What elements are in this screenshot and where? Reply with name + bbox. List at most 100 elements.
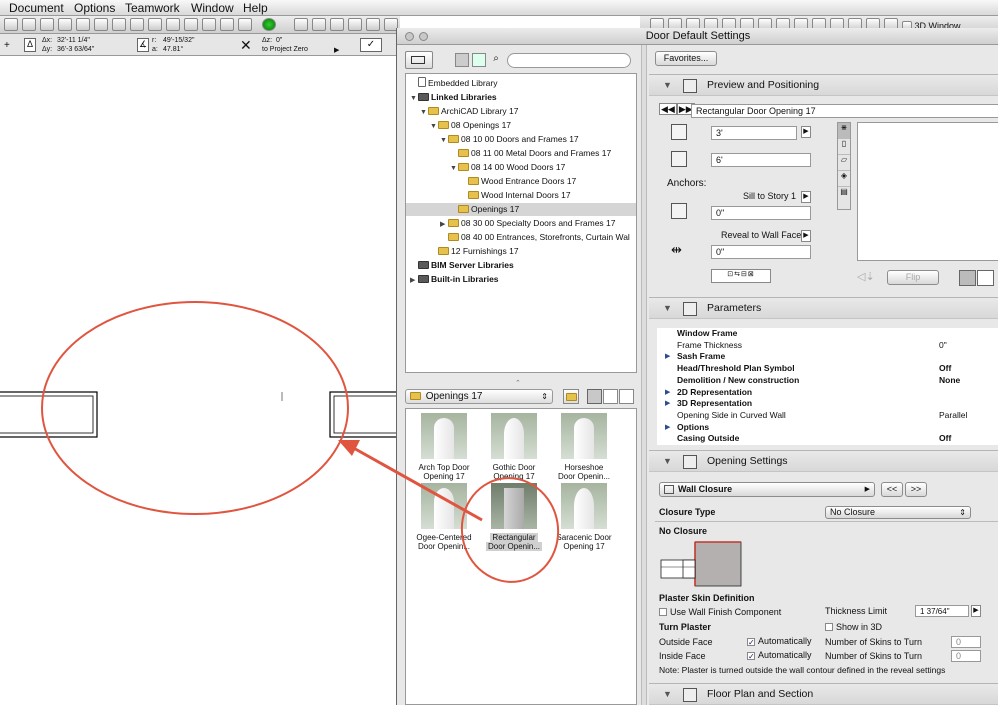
tree-item[interactable]: ▶ 08 30 00 Specialty Doors and Frames 17	[406, 217, 636, 230]
dx-value[interactable]: 32'-11 1/4"	[57, 37, 90, 44]
prev-page-button[interactable]: <<	[881, 482, 903, 497]
favorites-button[interactable]: Favorites...	[655, 51, 717, 66]
library-tree[interactable]: Embedded Library ▼ Linked Libraries ▼ ArchiC…	[405, 73, 637, 373]
close-window-icon[interactable]	[405, 32, 414, 41]
menu-help[interactable]: Help	[243, 1, 268, 15]
parameter-row[interactable]: Demolition / New construction None	[677, 375, 998, 387]
gallery-item-selected[interactable]: Rectangular Door Openin...	[478, 483, 550, 553]
expand-arrow-icon[interactable]: ▶	[665, 422, 670, 434]
collapsed-arrow-icon[interactable]: ▶	[440, 218, 448, 231]
floor-plan-section-header[interactable]: ▼ Floor Plan and Section	[649, 683, 998, 705]
section-view-icon[interactable]: ▯	[838, 139, 850, 155]
menu-window[interactable]: Window	[191, 1, 234, 15]
inside-auto-checkbox[interactable]: ✓ Automatically	[747, 650, 812, 661]
inside-skins-field[interactable]: 0	[951, 650, 981, 662]
view-icon[interactable]	[184, 18, 198, 31]
dropdown-arrow-icon[interactable]: ▶	[334, 46, 339, 54]
tree-item[interactable]: Wood Entrance Doors 17	[406, 175, 636, 188]
gallery-item[interactable]: Gothic Door Opening 17	[478, 413, 550, 483]
tree-item[interactable]: 12 Furnishings 17	[406, 245, 636, 258]
dy-value[interactable]: 36'-3 63/64"	[57, 46, 94, 53]
guide-line-icon[interactable]	[130, 18, 144, 31]
splitter-handle-icon[interactable]: ⌃	[515, 379, 521, 387]
prev-object-icon[interactable]: ◀◀	[659, 103, 677, 115]
arrow-tool-icon[interactable]	[4, 18, 18, 31]
plan-view-icon[interactable]: ⋇	[838, 123, 850, 139]
large-icons-view-icon[interactable]	[587, 389, 602, 404]
expanded-arrow-icon[interactable]: ▼	[420, 106, 428, 119]
width-arrow-icon[interactable]: ▶	[801, 126, 811, 138]
tree-item[interactable]: 08 40 00 Entrances, Storefronts, Curtain…	[406, 231, 636, 244]
small-icons-view-icon[interactable]	[603, 389, 618, 404]
gallery-item[interactable]: Horseshoe Door Openin...	[548, 413, 620, 483]
tree-item[interactable]: ▼ Linked Libraries	[406, 91, 636, 104]
opening-settings-section-header[interactable]: ▼ Opening Settings	[649, 450, 998, 472]
search-icon[interactable]: ⌕	[489, 53, 503, 67]
trace-icon[interactable]	[112, 18, 126, 31]
tree-item[interactable]: Wood Internal Doors 17	[406, 189, 636, 202]
orientation-buttons-icon[interactable]: ⊡⇆⊟⊠	[711, 269, 771, 283]
sill-label[interactable]: Sill to Story 1	[743, 191, 796, 201]
list-view-button-icon[interactable]	[619, 389, 634, 404]
mirror-icon[interactable]: ◁⇣	[857, 270, 881, 286]
use-wall-finish-checkbox[interactable]: Use Wall Finish Component	[659, 607, 781, 617]
sill-arrow-icon[interactable]: ▶	[801, 191, 811, 203]
thickness-limit-field[interactable]: 1 37/64"	[915, 605, 969, 617]
pane-splitter[interactable]	[641, 45, 647, 705]
object-name-field[interactable]: Rectangular Door Opening 17	[691, 104, 998, 118]
color-icon[interactable]	[238, 18, 252, 31]
pencil-tool-icon[interactable]	[40, 18, 54, 31]
next-page-button[interactable]: >>	[905, 482, 927, 497]
expand-arrow-icon[interactable]: ▶	[665, 398, 670, 410]
parameter-row[interactable]: Casing Outside Off	[677, 433, 998, 445]
menu-teamwork[interactable]: Teamwork	[125, 1, 180, 15]
parameter-value[interactable]: Off	[939, 363, 951, 375]
tree-item[interactable]: ▼ 08 10 00 Doors and Frames 17	[406, 133, 636, 146]
expanded-arrow-icon[interactable]: ▼	[450, 162, 458, 175]
parameter-row[interactable]: ▶ Sash Frame	[665, 351, 998, 363]
wall-closure-select[interactable]: Wall Closure ▶	[659, 482, 875, 497]
reveal-field[interactable]: 0"	[711, 245, 811, 259]
parameters-section-header[interactable]: ▼ Parameters	[649, 297, 998, 319]
opening-left-icon[interactable]	[959, 270, 976, 286]
expand-arrow-icon[interactable]: ▶	[665, 387, 670, 399]
list-settings-icon[interactable]: ▤	[838, 187, 850, 203]
tree-item[interactable]: ▼ ArchiCAD Library 17	[406, 105, 636, 118]
wall-tool-icon[interactable]	[294, 18, 308, 31]
floor-plan-canvas[interactable]	[0, 57, 398, 705]
parameter-value[interactable]: Off	[939, 433, 951, 445]
dz-value[interactable]: 0"	[276, 37, 282, 44]
roof-tool-icon[interactable]	[366, 18, 380, 31]
tree-item[interactable]: ▶ Built-in Libraries	[406, 273, 636, 286]
thickness-arrow-icon[interactable]: ▶	[971, 605, 981, 617]
magic-wand-icon[interactable]	[58, 18, 72, 31]
parameter-value[interactable]: None	[939, 375, 960, 387]
snap-guide-icon[interactable]: ✓	[360, 38, 382, 52]
preview-section-header[interactable]: ▼ Preview and Positioning	[649, 74, 998, 96]
parameter-row[interactable]: ▶ Options	[665, 422, 998, 434]
r-value[interactable]: 49'-15/32"	[163, 37, 194, 44]
closure-type-select[interactable]: No Closure ⇕	[825, 506, 971, 519]
parameters-list[interactable]: Window Frame Frame Thickness 0" ▶ Sash Frame…	[657, 328, 998, 445]
tree-item[interactable]: 08 11 00 Metal Doors and Frames 17	[406, 147, 636, 160]
collapsed-arrow-icon[interactable]: ▶	[410, 274, 418, 287]
tree-item[interactable]: ▼ 08 Openings 17	[406, 119, 636, 132]
height-field[interactable]: 6'	[711, 153, 811, 167]
layer-icon[interactable]	[148, 18, 162, 31]
delta-icon[interactable]: Δ	[24, 38, 36, 52]
up-folder-button[interactable]	[563, 389, 579, 404]
parameter-value[interactable]: Parallel	[939, 410, 967, 422]
marquee-tool-icon[interactable]	[22, 18, 36, 31]
parameter-row[interactable]: Head/Threshold Plan Symbol Off	[677, 363, 998, 375]
pen-set-icon[interactable]	[166, 18, 180, 31]
grid-snap-icon[interactable]	[94, 18, 108, 31]
close-icon[interactable]: ✕	[240, 37, 252, 54]
3d-view-icon[interactable]: ◈	[838, 171, 850, 187]
expanded-arrow-icon[interactable]: ▼	[440, 134, 448, 147]
status-indicator-icon[interactable]	[262, 18, 276, 31]
expand-arrow-icon[interactable]: ▶	[665, 351, 670, 363]
outside-skins-field[interactable]: 0	[951, 636, 981, 648]
expanded-arrow-icon[interactable]: ▼	[430, 120, 438, 133]
parameter-row[interactable]: Frame Thickness 0"	[677, 340, 998, 352]
palette-icon[interactable]	[220, 18, 234, 31]
